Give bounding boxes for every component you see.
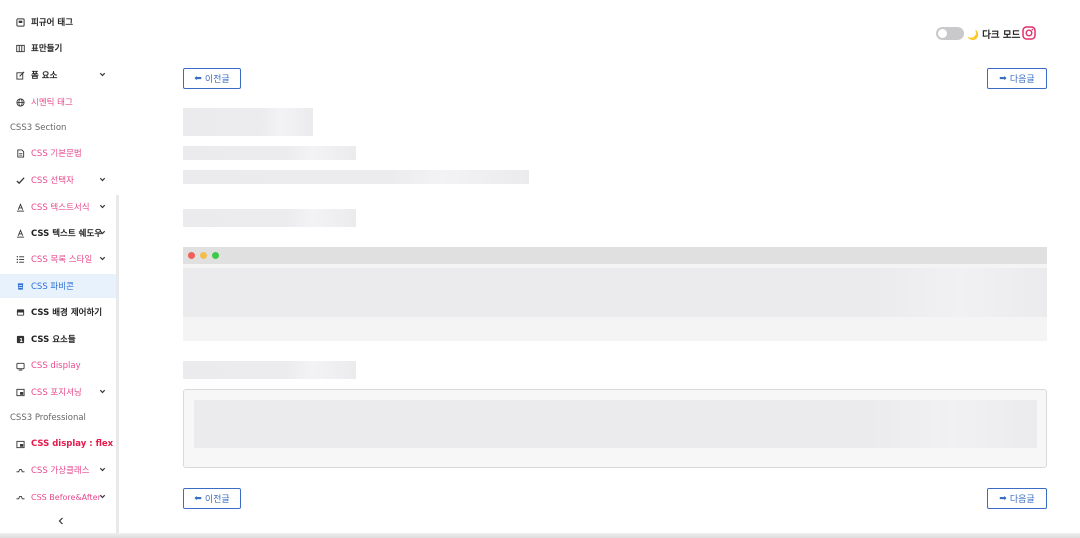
section-title-professional: CSS3 Professional: [10, 413, 86, 423]
maximize-dot-icon: [212, 252, 219, 259]
window-bottom-edge: [0, 533, 1080, 538]
section-heading-skeleton: [183, 209, 356, 227]
section-title-css3: CSS3 Section: [10, 123, 67, 133]
sidebar-item-css-before-after[interactable]: CSS Before&After: [0, 485, 116, 509]
position-icon: [16, 388, 25, 397]
arrow-left-icon: ⬅: [194, 73, 202, 84]
sidebar-item-label: 표만들기: [31, 44, 63, 54]
sidebar-scrollbar[interactable]: [116, 195, 119, 535]
prev-post-label: 이전글: [204, 75, 230, 85]
sidebar-item-label: CSS 텍스트 쉐도우: [31, 229, 103, 239]
sidebar-item-label: CSS 기본문법: [31, 149, 82, 159]
minimize-dot-icon: [200, 252, 207, 259]
svg-text:1: 1: [19, 337, 23, 343]
sidebar-item-label: CSS 배경 제어하기: [31, 308, 103, 318]
sidebar-item-css-positioning[interactable]: CSS 포지셔닝: [0, 380, 116, 404]
display-icon: [16, 362, 25, 371]
sidebar-item-label: CSS 요소들: [31, 335, 76, 345]
sidebar-item-css-pseudo-class[interactable]: CSS 가상클래스: [0, 458, 116, 482]
chevron-down-icon[interactable]: [99, 493, 106, 500]
sidebar-item-table[interactable]: 표만들기: [0, 36, 116, 60]
figure-icon: [16, 17, 25, 27]
table-icon: [16, 44, 25, 53]
instagram-icon[interactable]: [1022, 26, 1036, 40]
sidebar-item-form[interactable]: 폼 요소: [0, 63, 116, 87]
document-icon: [16, 148, 25, 158]
close-dot-icon: [188, 252, 195, 259]
sidebar: 피규어 태그 표만들기 폼 요소 시멘틱 태그 CSS3 Section CSS…: [0, 0, 119, 538]
dark-mode-toggle[interactable]: [936, 27, 964, 40]
pseudo-class-icon: [16, 466, 25, 475]
background-icon: [16, 308, 25, 317]
browser-preview-skeleton: [183, 247, 1047, 341]
element-icon: 1: [16, 335, 25, 344]
prev-post-button-bottom[interactable]: ⬅ 이전글: [183, 488, 241, 509]
window-titlebar: [183, 247, 1047, 264]
sidebar-item-css-favicon[interactable]: CSS 파비콘: [0, 274, 116, 298]
chevron-down-icon[interactable]: [99, 388, 106, 395]
chevron-down-icon[interactable]: [99, 176, 106, 183]
next-post-button[interactable]: ➡ 다음글: [987, 68, 1047, 89]
chevron-down-icon[interactable]: [99, 466, 106, 473]
next-post-label: 다음글: [1009, 495, 1035, 505]
sidebar-item-css-selector[interactable]: CSS 선택자: [0, 168, 116, 192]
chevron-down-icon[interactable]: [99, 255, 106, 262]
form-edit-icon: [16, 71, 25, 80]
before-after-icon: [16, 493, 25, 502]
code-heading-skeleton: [183, 361, 356, 379]
sidebar-item-css-basic[interactable]: CSS 기본문법: [0, 141, 116, 165]
sidebar-item-css-elements[interactable]: 1 CSS 요소들: [0, 327, 116, 351]
sidebar-item-css-list-style[interactable]: CSS 목록 스타일: [0, 247, 116, 271]
sidebar-item-label: CSS 목록 스타일: [31, 255, 93, 265]
description-skeleton: [183, 170, 529, 184]
next-post-button-bottom[interactable]: ➡ 다음글: [987, 488, 1047, 509]
list-icon: [16, 255, 25, 264]
chevron-left-icon[interactable]: [55, 515, 67, 527]
sidebar-item-css-text-shadow[interactable]: CSS 텍스트 쉐도우: [0, 221, 116, 245]
chevron-down-icon[interactable]: [99, 229, 106, 236]
sidebar-item-css-text-format[interactable]: CSS 텍스트서식: [0, 195, 116, 219]
sidebar-item-label: CSS Before&After: [31, 492, 101, 502]
sidebar-item-label: CSS 선택자: [31, 176, 74, 186]
sidebar-item-figure[interactable]: 피규어 태그: [0, 10, 116, 34]
chevron-down-icon[interactable]: [99, 71, 106, 78]
text-format-icon: [16, 202, 25, 212]
window-content-skeleton: [183, 268, 1047, 317]
sidebar-item-label: CSS display : flex: [31, 439, 114, 449]
sidebar-item-label: 피규어 태그: [31, 18, 74, 28]
sidebar-item-css-flex[interactable]: CSS display : flex: [0, 432, 116, 456]
arrow-left-icon: ⬅: [194, 493, 202, 504]
code-block-skeleton: [183, 389, 1047, 468]
prev-post-button[interactable]: ⬅ 이전글: [183, 68, 241, 89]
prev-post-label: 이전글: [204, 495, 230, 505]
subtitle-skeleton: [183, 146, 356, 160]
sidebar-item-label: CSS 텍스트서식: [31, 203, 90, 213]
sidebar-item-label: 시멘틱 태그: [31, 98, 73, 108]
sidebar-item-semantic[interactable]: 시멘틱 태그: [0, 90, 116, 114]
toggle-knob: [938, 29, 947, 38]
sidebar-item-css-display[interactable]: CSS display: [0, 354, 116, 378]
sidebar-item-label: CSS 가상클래스: [31, 466, 90, 476]
sidebar-item-label: CSS 포지셔닝: [31, 388, 82, 398]
sidebar-item-label: CSS 파비콘: [31, 282, 74, 292]
favicon-icon: [16, 282, 25, 291]
title-skeleton: [183, 108, 313, 136]
arrow-right-icon: ➡: [999, 493, 1007, 504]
globe-icon: [16, 97, 25, 107]
check-icon: [16, 176, 25, 185]
text-shadow-icon: [16, 228, 25, 238]
sidebar-item-label: CSS display: [31, 361, 81, 371]
flex-icon: [16, 440, 25, 449]
next-post-label: 다음글: [1009, 75, 1035, 85]
chevron-down-icon[interactable]: [99, 203, 106, 210]
sidebar-item-label: 폼 요소: [31, 71, 58, 81]
code-content-skeleton: [194, 400, 1037, 448]
dark-mode-label: 🌙 다크 모드: [967, 30, 1021, 41]
arrow-right-icon: ➡: [999, 73, 1007, 84]
sidebar-item-css-background[interactable]: CSS 배경 제어하기: [0, 300, 116, 324]
